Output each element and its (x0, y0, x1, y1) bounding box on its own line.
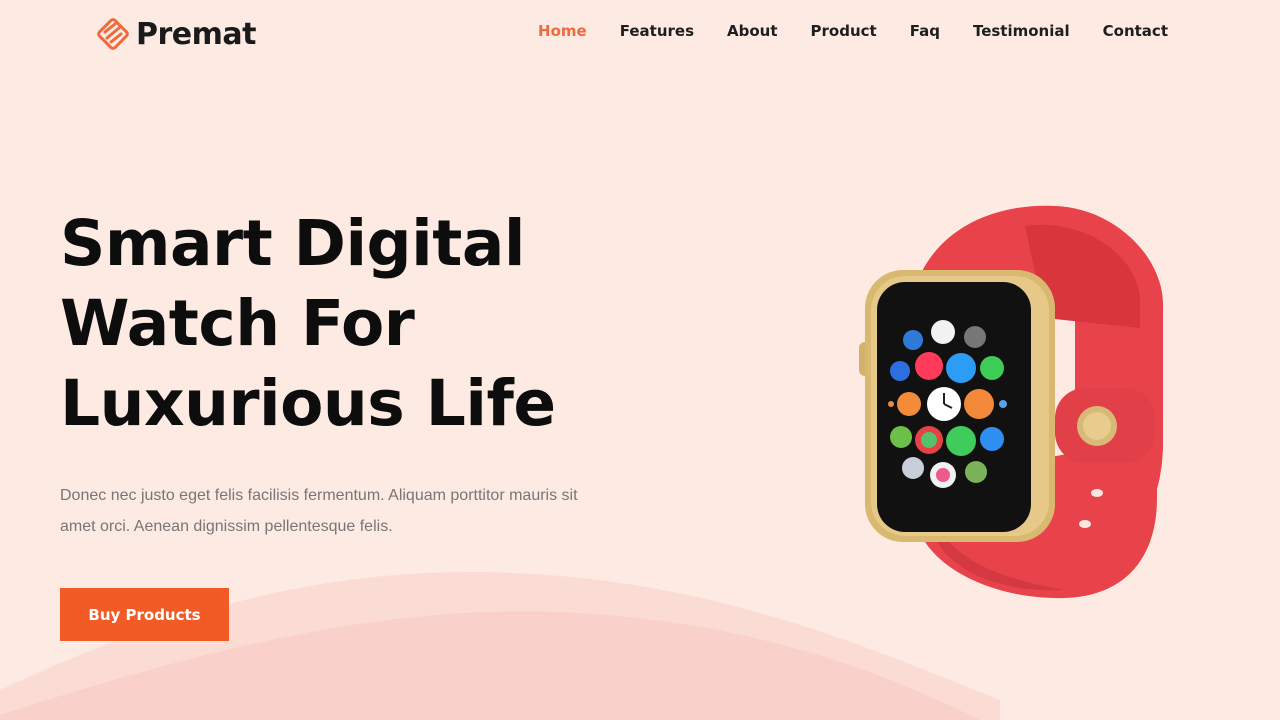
buy-products-button[interactable]: Buy Products (60, 588, 229, 641)
nav-link-testimonial[interactable]: Testimonial (973, 22, 1070, 40)
nav-link-faq[interactable]: Faq (910, 22, 940, 40)
nav-link-home[interactable]: Home (538, 22, 587, 40)
smartwatch-image (859, 205, 1164, 599)
nav-link-product[interactable]: Product (811, 22, 877, 40)
site-header: Premat Home Features About Product Faq T… (0, 0, 1280, 70)
hero-title: Smart Digital Watch For Luxurious Life (60, 204, 700, 444)
hero-title-line: Watch For (60, 287, 415, 360)
nav-link-contact[interactable]: Contact (1103, 22, 1168, 40)
hero-title-line: Luxurious Life (60, 367, 556, 440)
brand-name: Premat (136, 16, 256, 52)
nav-link-about[interactable]: About (727, 22, 778, 40)
hero-title-line: Smart Digital (60, 207, 525, 280)
nav-link-features[interactable]: Features (620, 22, 694, 40)
hero-description: Donec nec justo eget felis facilisis fer… (60, 487, 578, 535)
main-navigation: Home Features About Product Faq Testimon… (538, 22, 1168, 40)
layered-diamond-logo-icon (97, 18, 129, 50)
brand-logo[interactable]: Premat (96, 14, 256, 54)
